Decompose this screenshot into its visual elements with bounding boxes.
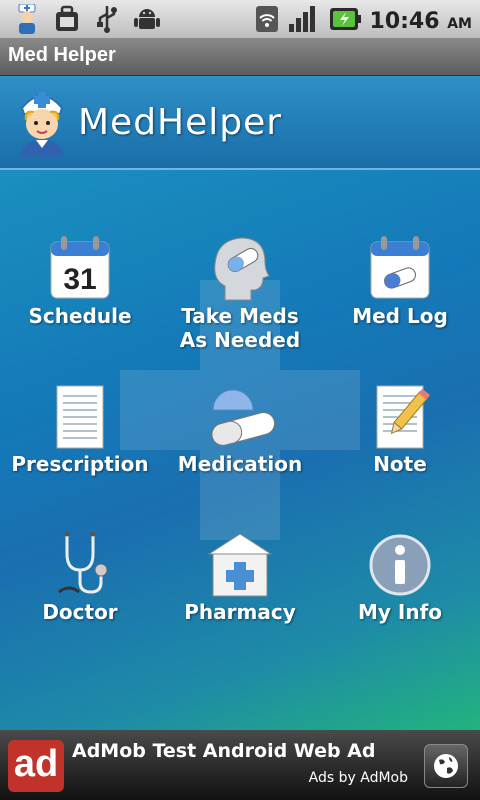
signal-icon <box>288 4 320 38</box>
menu-label-schedule: Schedule <box>28 304 132 328</box>
ad-title[interactable]: AdMob Test Android Web Ad <box>72 740 375 762</box>
menu-item-pharmacy[interactable]: Pharmacy <box>160 530 320 624</box>
menu-item-take-meds[interactable]: Take Meds As Needed <box>160 234 320 352</box>
info-icon <box>369 534 431 596</box>
menu-label-take-meds-line2: As Needed <box>179 328 301 352</box>
globe-icon[interactable] <box>424 744 468 788</box>
menu-label-note: Note <box>373 452 427 476</box>
clock: 10:46 AM <box>370 9 472 34</box>
pharmacy-building-icon <box>207 533 273 597</box>
nurse-notification-icon <box>12 4 42 34</box>
menu-label-pharmacy: Pharmacy <box>184 600 296 624</box>
status-bar: 10:46 AM <box>0 0 480 38</box>
note-pencil-icon <box>376 385 431 449</box>
nurse-logo-icon <box>20 92 64 158</box>
admob-logo: ad <box>8 740 64 792</box>
battery-charging-icon <box>328 4 362 38</box>
capsule-icon <box>211 389 275 446</box>
menu-item-schedule[interactable]: 31 Schedule <box>0 234 160 328</box>
calendar-day: 31 <box>63 263 96 296</box>
menu-label-medication: Medication <box>177 452 303 476</box>
menu-label-prescription: Prescription <box>11 452 149 476</box>
menu-item-prescription[interactable]: Prescription <box>0 382 160 476</box>
logo-text: MedHelper <box>78 102 283 143</box>
menu-item-med-log[interactable]: Med Log <box>320 234 480 328</box>
calendar-pill-icon <box>370 236 430 299</box>
app-header: MedHelper <box>0 76 480 170</box>
prescription-paper-icon <box>56 385 104 449</box>
main-menu: 31 Schedule Take Meds As Needed Med Log <box>0 170 480 730</box>
title-bar: Med Helper <box>0 38 480 76</box>
menu-label-my-info: My Info <box>357 600 443 624</box>
menu-item-medication[interactable]: Medication <box>160 382 320 476</box>
menu-item-doctor[interactable]: Doctor <box>0 530 160 624</box>
clock-time: 10:46 <box>369 8 440 34</box>
menu-label-take-meds-line1: Take Meds <box>181 304 299 328</box>
head-pill-icon <box>214 237 270 301</box>
ad-subtitle: Ads by AdMob <box>308 770 408 786</box>
menu-item-my-info[interactable]: My Info <box>320 530 480 624</box>
calendar-icon: 31 <box>50 236 110 299</box>
menu-item-note[interactable]: Note <box>320 382 480 476</box>
app-title: Med Helper <box>8 44 116 66</box>
android-debug-icon <box>132 4 162 34</box>
menu-label-doctor: Doctor <box>42 600 118 624</box>
menu-label-med-log: Med Log <box>352 304 448 328</box>
ad-banner[interactable]: ad AdMob Test Android Web Ad Ads by AdMo… <box>0 730 480 800</box>
stethoscope-icon <box>58 531 108 594</box>
usb-icon <box>92 4 122 34</box>
clock-ampm: AM <box>447 15 472 32</box>
wifi-icon <box>254 4 280 38</box>
briefcase-icon <box>52 4 82 34</box>
